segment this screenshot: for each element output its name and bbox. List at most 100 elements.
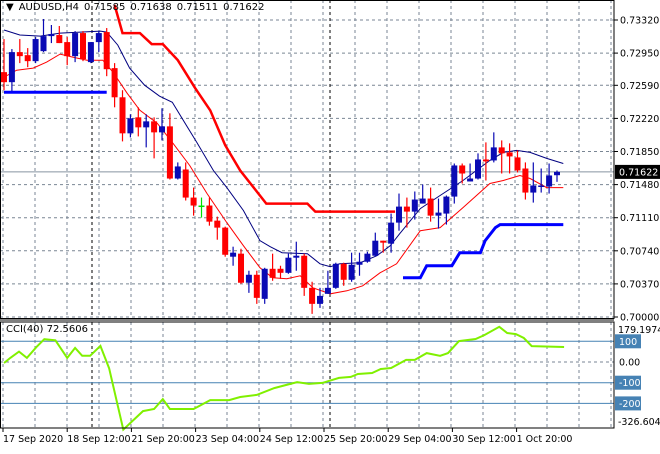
price-axis-label: 0.70370	[620, 279, 659, 290]
candle-body	[348, 264, 355, 280]
candle-body	[356, 261, 363, 265]
dropdown-triangle-icon[interactable]: ▼	[6, 2, 14, 13]
candle-body	[24, 55, 31, 62]
candle-body	[301, 255, 308, 288]
candle-body	[443, 196, 450, 214]
candle-body	[340, 263, 347, 280]
candle-body	[411, 199, 418, 212]
cci-level-label: -200	[619, 399, 641, 410]
candle-body	[293, 255, 300, 258]
candle-body	[206, 205, 213, 222]
candle-body	[1, 72, 7, 83]
candle-body	[135, 117, 142, 128]
candle-body	[32, 39, 39, 62]
time-axis-label: 21 Sep 20:00	[131, 434, 194, 445]
time-axis-label: 30 Sep 12:00	[452, 434, 515, 445]
candle-body	[253, 274, 260, 298]
candle-body	[514, 157, 521, 171]
cci-title: CCI(40) 72.5606	[6, 324, 88, 335]
candle-body	[324, 287, 331, 294]
candle-body	[48, 34, 55, 37]
price-axis-label: 0.70000	[620, 313, 659, 324]
candle-body	[317, 295, 323, 304]
high-value: 0.71638	[130, 2, 172, 13]
candle-body	[261, 268, 268, 299]
candle-body	[435, 212, 442, 216]
cci-level-label: 0.00	[619, 358, 640, 369]
candle-body	[285, 257, 292, 273]
candle-body	[40, 36, 47, 52]
candle-body	[269, 268, 276, 278]
candle-body	[56, 35, 63, 44]
cci-scale-min: -326.6041	[618, 417, 660, 428]
price-axis-label: 0.72590	[620, 81, 659, 92]
candle-body	[87, 42, 94, 63]
price-axis-label: 0.71110	[620, 213, 659, 224]
candle-body	[95, 33, 102, 43]
price-axis-label: 0.72950	[620, 49, 659, 60]
price-axis-label: 0.73320	[620, 16, 659, 27]
time-axis-label: 18 Sep 12:00	[67, 434, 130, 445]
price-axis-label: 0.71480	[620, 180, 659, 191]
candle-body	[332, 263, 339, 288]
candle-body	[119, 97, 126, 134]
candle-body	[143, 121, 150, 128]
symbol-timeframe: AUDUSD,H4	[18, 2, 79, 13]
candle-body	[467, 178, 474, 182]
candle-body	[111, 68, 118, 98]
candle-body	[419, 198, 426, 204]
candle-body	[498, 147, 505, 154]
candle-body	[245, 274, 252, 283]
time-axis-label: 1 Oct 20:00	[517, 434, 573, 445]
candle-body	[238, 253, 244, 283]
candle-body	[214, 220, 221, 228]
candle-body	[451, 165, 458, 197]
candle-body	[174, 166, 181, 179]
cci-level-label: -100	[619, 378, 641, 389]
time-axis-label: 24 Sep 12:00	[260, 434, 323, 445]
candle-body	[459, 165, 466, 174]
candle-body	[475, 159, 481, 179]
price-chart[interactable]: 0.73320 0.72950 0.72590 0.72220 0.71850 0.714…	[0, 0, 660, 450]
candle-body	[64, 42, 71, 57]
current-price-label: 0.71622	[619, 167, 658, 178]
candle-body	[230, 252, 237, 257]
candle-body	[182, 169, 189, 198]
time-axis-label: 23 Sep 04:00	[196, 434, 259, 445]
candle-body	[277, 268, 284, 273]
candle-body	[506, 152, 513, 157]
candle-body	[190, 197, 197, 206]
time-axis-label: 17 Sep 2020	[3, 434, 63, 445]
candle-body	[127, 118, 134, 134]
candle-body	[103, 32, 110, 70]
candle-body	[490, 147, 497, 161]
cci-scale-max: 179.1974	[618, 325, 660, 336]
candle-body	[403, 206, 410, 212]
cci-level-label: 100	[619, 337, 637, 348]
candle-body	[372, 240, 379, 256]
candle-body	[364, 253, 371, 262]
candle-body	[151, 121, 158, 133]
candle-body	[16, 52, 23, 57]
chart-title: ▼ AUDUSD,H4 0.71585 0.71638 0.71511 0.71622	[6, 2, 269, 13]
candle-body	[380, 240, 387, 243]
time-axis-label: 29 Sep 04:00	[388, 434, 451, 445]
price-axis-label: 0.70740	[620, 246, 659, 257]
open-value: 0.71585	[84, 2, 126, 13]
candle-body	[388, 222, 395, 244]
chart-window: 0.73320 0.72950 0.72590 0.72220 0.71850 0.714…	[0, 0, 660, 450]
candle-body	[554, 171, 560, 176]
candle-body	[546, 175, 553, 187]
candle-body	[198, 205, 205, 208]
candle-body	[482, 159, 489, 162]
candle-body	[309, 287, 316, 304]
candle-body	[8, 52, 15, 83]
candle-body	[538, 185, 545, 187]
candle-body	[166, 126, 173, 179]
price-axis-label: 0.71850	[620, 147, 659, 158]
low-value: 0.71511	[176, 2, 219, 13]
candle-body	[80, 33, 86, 60]
time-axis-label: 25 Sep 20:00	[324, 434, 387, 445]
candle-body	[396, 206, 402, 223]
candle-body	[522, 168, 529, 193]
